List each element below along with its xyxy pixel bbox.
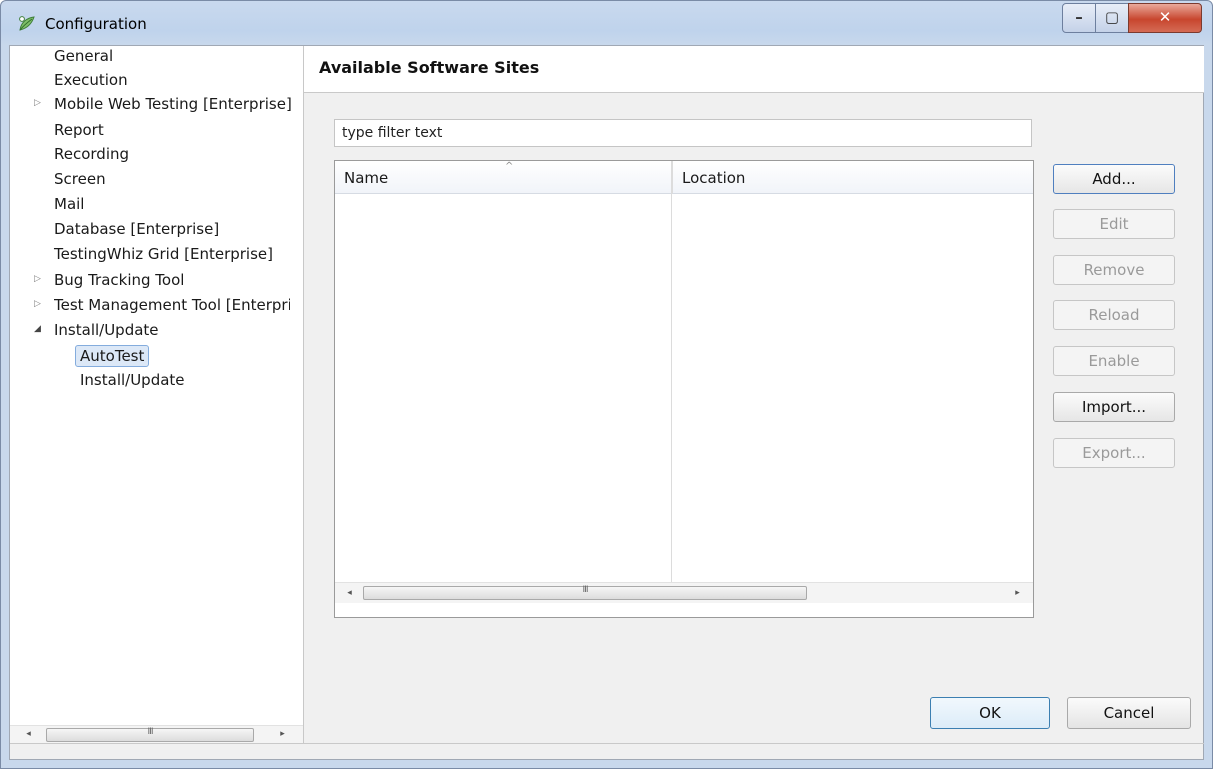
maximize-button[interactable]: ▢ [1095,3,1129,33]
add-button[interactable]: Add... [1053,164,1175,194]
tree-item-label: Test Management Tool [Enterpri: [54,296,290,314]
tree-item-label: Install/Update [54,321,159,339]
maximize-icon: ▢ [1104,8,1120,26]
column-divider [671,161,672,582]
expand-arrow-icon[interactable]: ▷ [34,274,41,284]
tree-item-label: Mobile Web Testing [Enterprise] [54,95,292,113]
app-leaf-icon [19,16,35,31]
scroll-grip-icon: III [147,727,154,737]
tree-horizontal-scrollbar[interactable]: ◂ III ▸ [10,725,303,743]
sort-ascending-icon: ^ [505,161,514,172]
expand-arrow-icon[interactable]: ▷ [34,98,41,108]
tree-item-label: Report [54,121,104,139]
tree-item-label: Execution [54,71,128,89]
tree-item-report[interactable]: Report [54,120,104,140]
tree-item-label: Database [Enterprise] [54,220,220,238]
tree-item-label: Screen [54,170,106,188]
tree-item-label: TestingWhiz Grid [Enterprise] [54,245,273,263]
tree-item-mail[interactable]: Mail [54,194,84,214]
scroll-grip-icon: III [582,585,589,595]
column-header-label: Location [682,169,746,187]
tree-item-recording[interactable]: Recording [54,144,129,164]
collapse-arrow-icon[interactable]: ◢ [34,324,41,334]
table-horizontal-scrollbar[interactable]: ◂ III ▸ [335,582,1033,603]
cancel-button[interactable]: Cancel [1067,697,1191,729]
tree-item-label: AutoTest [80,347,145,365]
tree-item-general[interactable]: General [54,46,113,66]
tree-item-autotest[interactable]: AutoTest [75,345,150,367]
tree-item-bug-tracking-tool[interactable]: Bug Tracking Tool [54,270,184,290]
tree-item-install-update-child[interactable]: Install/Update [80,370,185,390]
window-title: Configuration [45,15,147,33]
remove-button[interactable]: Remove [1053,255,1175,285]
minimize-icon: – [1075,8,1083,26]
edit-button[interactable]: Edit [1053,209,1175,239]
enable-button[interactable]: Enable [1053,346,1175,376]
page-title: Available Software Sites [319,58,540,77]
reload-button[interactable]: Reload [1053,300,1175,330]
tree-item-label: Mail [54,195,85,213]
page-header: Available Software Sites [304,46,1204,93]
title-bar[interactable]: Configuration – ▢ ✕ [1,1,1212,45]
minimize-button[interactable]: – [1062,3,1096,33]
software-sites-table[interactable]: Name ^ Location ◂ III ▸ [334,160,1034,618]
ok-button[interactable]: OK [930,697,1050,729]
scroll-right-icon[interactable]: ▸ [1009,585,1026,602]
close-icon: ✕ [1158,8,1172,26]
footer-divider [10,743,1204,744]
tree-item-install-update[interactable]: Install/Update [54,320,159,340]
scroll-left-icon[interactable]: ◂ [20,726,37,743]
column-header-location[interactable]: Location [672,161,1033,194]
filter-input[interactable] [334,119,1032,147]
tree-item-testingwhiz-grid[interactable]: TestingWhiz Grid [Enterprise] [54,244,273,264]
preferences-tree: General Execution ▷ Mobile Web Testing [… [10,46,304,743]
tree-item-label: General [54,47,114,65]
configuration-window: Configuration – ▢ ✕ General Execution ▷ … [0,0,1213,769]
tree-item-mobile-web-testing[interactable]: Mobile Web Testing [Enterprise] [54,94,292,114]
column-header-label: Name [344,169,389,187]
close-button[interactable]: ✕ [1128,3,1202,33]
tree-item-execution[interactable]: Execution [54,70,128,90]
scroll-thumb[interactable]: III [363,585,807,600]
expand-arrow-icon[interactable]: ▷ [34,299,41,309]
tree-item-label: Bug Tracking Tool [54,271,185,289]
tree-item-label: Recording [54,145,130,163]
tree-item-database[interactable]: Database [Enterprise] [54,219,219,239]
import-button[interactable]: Import... [1053,392,1175,422]
tree-item-test-management-tool[interactable]: Test Management Tool [Enterpri: [54,295,290,315]
export-button[interactable]: Export... [1053,438,1175,468]
dialog-client-area: General Execution ▷ Mobile Web Testing [… [9,45,1204,760]
scroll-right-icon[interactable]: ▸ [274,726,291,743]
scroll-thumb[interactable]: III [46,727,254,742]
tree-item-label: Install/Update [80,371,185,389]
column-header-name[interactable]: Name ^ [335,161,672,194]
scroll-left-icon[interactable]: ◂ [341,585,358,602]
tree-item-screen[interactable]: Screen [54,169,106,189]
